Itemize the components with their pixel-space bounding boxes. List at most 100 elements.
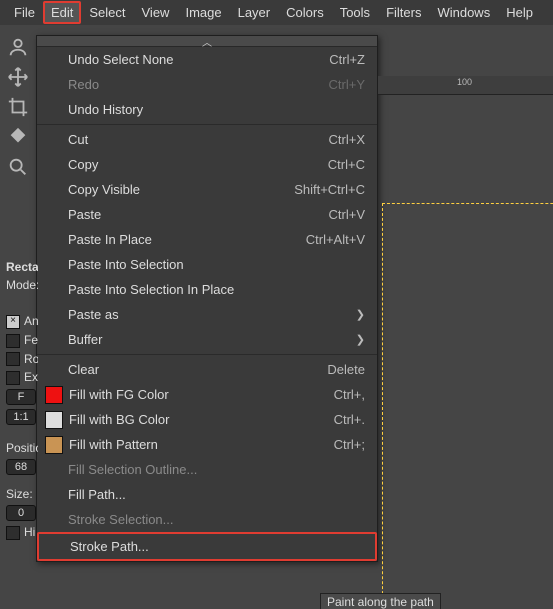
menu-item-label: Fill with BG Color: [69, 412, 334, 427]
option-row: Ro: [0, 350, 38, 369]
zoom-tool-icon[interactable]: [7, 156, 29, 178]
menu-filters[interactable]: Filters: [378, 1, 429, 24]
user-icon[interactable]: [7, 36, 29, 58]
menu-item-fill-with-fg-color[interactable]: Fill with FG ColorCtrl+,: [37, 382, 377, 407]
menu-item-undo-select-none[interactable]: Undo Select NoneCtrl+Z: [37, 47, 377, 72]
option-label: Fe: [24, 333, 38, 347]
checkbox[interactable]: [6, 334, 20, 348]
menu-item-paste-in-place[interactable]: Paste In PlaceCtrl+Alt+V: [37, 227, 377, 252]
option-label: An: [24, 314, 38, 328]
menu-item-paste[interactable]: PasteCtrl+V: [37, 202, 377, 227]
menu-item-paste-into-selection-in-place[interactable]: Paste Into Selection In Place: [37, 277, 377, 302]
option-label: Hi: [24, 525, 35, 539]
menu-accelerator: Ctrl+Z: [329, 52, 365, 67]
menu-item-fill-with-bg-color[interactable]: Fill with BG ColorCtrl+.: [37, 407, 377, 432]
menu-accelerator: Ctrl+X: [329, 132, 365, 147]
menu-colors[interactable]: Colors: [278, 1, 332, 24]
canvas-boundary: [382, 203, 553, 609]
size-value[interactable]: 0: [6, 505, 36, 521]
checkbox[interactable]: [6, 526, 20, 540]
checkbox[interactable]: [6, 352, 20, 366]
fixed-button[interactable]: F: [6, 389, 36, 405]
menu-item-fill-path[interactable]: Fill Path...: [37, 482, 377, 507]
menu-accelerator: Ctrl+Alt+V: [306, 232, 365, 247]
menu-item-fill-with-pattern[interactable]: Fill with PatternCtrl+;: [37, 432, 377, 457]
ruler-horizontal: 100: [378, 76, 553, 95]
color-swatch: [45, 436, 63, 454]
menu-select[interactable]: Select: [81, 1, 133, 24]
menu-layer[interactable]: Layer: [230, 1, 279, 24]
option-row: × An: [0, 312, 38, 331]
mode-label: Mode:: [0, 276, 38, 294]
menu-item-copy-visible[interactable]: Copy VisibleShift+Ctrl+C: [37, 177, 377, 202]
menu-item-label: Undo Select None: [68, 52, 329, 67]
menu-windows[interactable]: Windows: [429, 1, 498, 24]
menu-item-fill-selection-outline: Fill Selection Outline...: [37, 457, 377, 482]
menu-item-label: Fill with FG Color: [69, 387, 334, 402]
menu-separator: [37, 354, 377, 355]
menu-item-label: Fill with Pattern: [69, 437, 334, 452]
menu-item-label: Paste In Place: [68, 232, 306, 247]
canvas-area: 100: [378, 60, 553, 609]
menu-accelerator: Delete: [327, 362, 365, 377]
menu-view[interactable]: View: [134, 1, 178, 24]
menu-accelerator: Ctrl+;: [334, 437, 365, 452]
menu-item-label: Stroke Path...: [70, 539, 363, 554]
move-tool-icon[interactable]: [7, 66, 29, 88]
menu-separator: [37, 124, 377, 125]
color-swatch: [45, 386, 63, 404]
edit-dropdown[interactable]: ︿ Undo Select NoneCtrl+ZRedoCtrl+YUndo H…: [36, 35, 378, 562]
ruler-tick: 100: [457, 77, 472, 87]
menu-item-undo-history[interactable]: Undo History: [37, 97, 377, 122]
position-value[interactable]: 68: [6, 459, 36, 475]
menu-item-label: Cut: [68, 132, 329, 147]
menu-accelerator: Ctrl+Y: [329, 77, 365, 92]
submenu-arrow-icon: ❯: [356, 333, 365, 346]
menu-item-copy[interactable]: CopyCtrl+C: [37, 152, 377, 177]
color-swatch: [45, 411, 63, 429]
aspect-ratio-field[interactable]: 1:1: [6, 409, 36, 425]
menu-item-label: Fill Selection Outline...: [68, 462, 365, 477]
tool-options-title: Recta: [0, 258, 38, 276]
menu-item-cut[interactable]: CutCtrl+X: [37, 127, 377, 152]
option-row: Ex: [0, 368, 38, 387]
menu-item-label: Stroke Selection...: [68, 512, 365, 527]
size-label: Size:: [0, 485, 38, 503]
menu-item-label: Paste: [68, 207, 329, 222]
menu-item-label: Redo: [68, 77, 329, 92]
bucket-tool-icon[interactable]: [7, 126, 29, 148]
menubar[interactable]: File Edit Select View Image Layer Colors…: [0, 0, 553, 25]
menu-item-clear[interactable]: ClearDelete: [37, 357, 377, 382]
checkbox[interactable]: [6, 371, 20, 385]
menu-item-label: Copy Visible: [68, 182, 294, 197]
option-label: Ex: [24, 370, 38, 384]
dropdown-detach-handle[interactable]: ︿: [37, 36, 377, 47]
menu-item-label: Copy: [68, 157, 328, 172]
menu-item-stroke-path[interactable]: Stroke Path...: [37, 532, 377, 561]
menu-accelerator: Ctrl+V: [329, 207, 365, 222]
menu-item-label: Undo History: [68, 102, 365, 117]
menu-accelerator: Shift+Ctrl+C: [294, 182, 365, 197]
menu-item-buffer[interactable]: Buffer❯: [37, 327, 377, 352]
menu-accelerator: Ctrl+,: [334, 387, 365, 402]
checkbox[interactable]: ×: [6, 315, 20, 329]
menu-item-label: Paste as: [68, 307, 356, 322]
option-row: Fe: [0, 331, 38, 350]
menu-edit[interactable]: Edit: [43, 1, 81, 24]
menu-item-label: Fill Path...: [68, 487, 365, 502]
menu-item-stroke-selection: Stroke Selection...: [37, 507, 377, 532]
crop-tool-icon[interactable]: [7, 96, 29, 118]
statusbar-tooltip: Paint along the path: [320, 593, 441, 609]
position-label: Positio: [0, 439, 38, 457]
menu-item-paste-as[interactable]: Paste as❯: [37, 302, 377, 327]
menu-item-label: Paste Into Selection: [68, 257, 365, 272]
menu-tools[interactable]: Tools: [332, 1, 378, 24]
toolbox: [0, 32, 36, 182]
submenu-arrow-icon: ❯: [356, 308, 365, 321]
menu-item-paste-into-selection[interactable]: Paste Into Selection: [37, 252, 377, 277]
menu-item-label: Buffer: [68, 332, 356, 347]
menu-help[interactable]: Help: [498, 1, 541, 24]
menu-item-redo: RedoCtrl+Y: [37, 72, 377, 97]
menu-file[interactable]: File: [6, 1, 43, 24]
menu-image[interactable]: Image: [177, 1, 229, 24]
